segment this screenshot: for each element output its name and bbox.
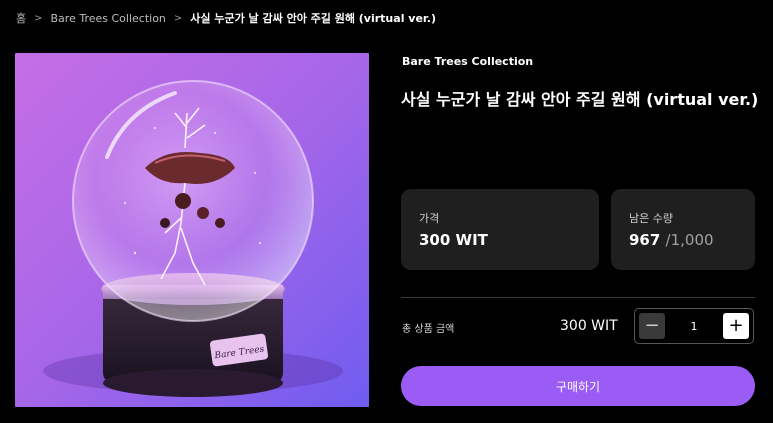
quantity-value[interactable]: 1	[674, 320, 714, 333]
remaining-label: 남은 수량	[629, 212, 673, 225]
remaining-total: /1,000	[665, 231, 714, 249]
breadcrumb-current: 사실 누군가 날 감싸 안아 주길 원해 (virtual ver.)	[190, 12, 436, 25]
product-image: Bare Trees	[15, 53, 369, 407]
remaining-card: 남은 수량 967 /1,000	[611, 189, 755, 270]
minus-icon: −	[644, 315, 660, 336]
plus-button[interactable]: +	[723, 313, 749, 339]
remaining-value: 967	[629, 231, 661, 249]
plus-icon: +	[728, 315, 744, 336]
total-label: 총 상품 금액	[402, 324, 455, 335]
quantity-stepper: − 1 +	[634, 308, 754, 344]
price-label: 가격	[419, 212, 440, 225]
breadcrumb-collection[interactable]: Bare Trees Collection	[51, 12, 166, 25]
product-title: 사실 누군가 날 감싸 안아 주길 원해 (virtual ver.)	[401, 90, 759, 109]
buy-button[interactable]: 구매하기	[401, 366, 755, 406]
collection-name[interactable]: Bare Trees Collection	[402, 55, 533, 68]
chevron-right-icon: >	[34, 12, 43, 24]
price-value: 300 WIT	[419, 231, 488, 249]
total-value: 300 WIT	[560, 318, 618, 334]
remaining-value-wrapper: 967 /1,000	[629, 231, 714, 249]
price-card: 가격 300 WIT	[401, 189, 599, 270]
minus-button[interactable]: −	[639, 313, 665, 339]
breadcrumb-home[interactable]: 홈	[16, 10, 26, 26]
breadcrumb: 홈 > Bare Trees Collection > 사실 누군가 날 감싸 …	[16, 10, 436, 26]
chevron-right-icon: >	[173, 12, 183, 24]
snow-globe-artwork: Bare Trees	[15, 53, 369, 407]
divider	[401, 297, 755, 298]
